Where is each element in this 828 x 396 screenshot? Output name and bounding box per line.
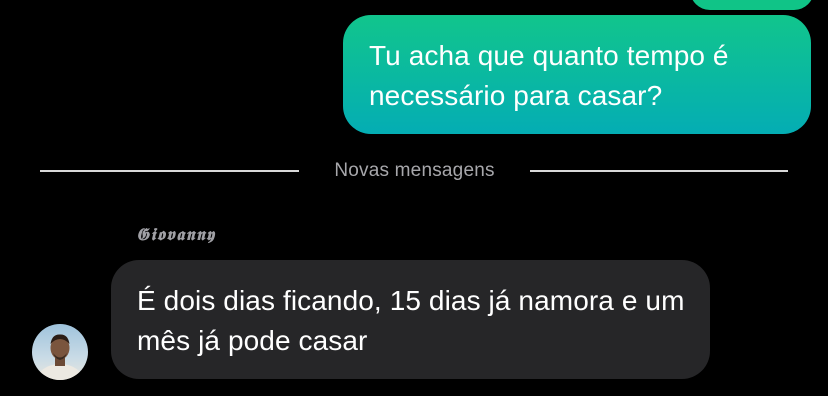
incoming-message-bubble[interactable]: É dois dias ficando, 15 dias já namora e… xyxy=(111,260,710,379)
sender-avatar[interactable] xyxy=(32,324,88,380)
incoming-message-text: É dois dias ficando, 15 dias já namora e… xyxy=(137,285,685,356)
divider-line-left xyxy=(40,170,299,172)
outgoing-message-text: Tu acha que quanto tempo é necessário pa… xyxy=(369,40,729,111)
new-messages-divider-label: Novas mensagens xyxy=(334,160,495,181)
sender-name: 𝕲𝖎𝖔𝖛𝖆𝖓𝖓𝖞 xyxy=(136,225,216,245)
avatar-image xyxy=(32,324,88,380)
outgoing-message-bubble[interactable]: Tu acha que quanto tempo é necessário pa… xyxy=(343,15,811,134)
divider-line-right xyxy=(530,170,788,172)
previous-message-bubble[interactable] xyxy=(690,0,814,10)
